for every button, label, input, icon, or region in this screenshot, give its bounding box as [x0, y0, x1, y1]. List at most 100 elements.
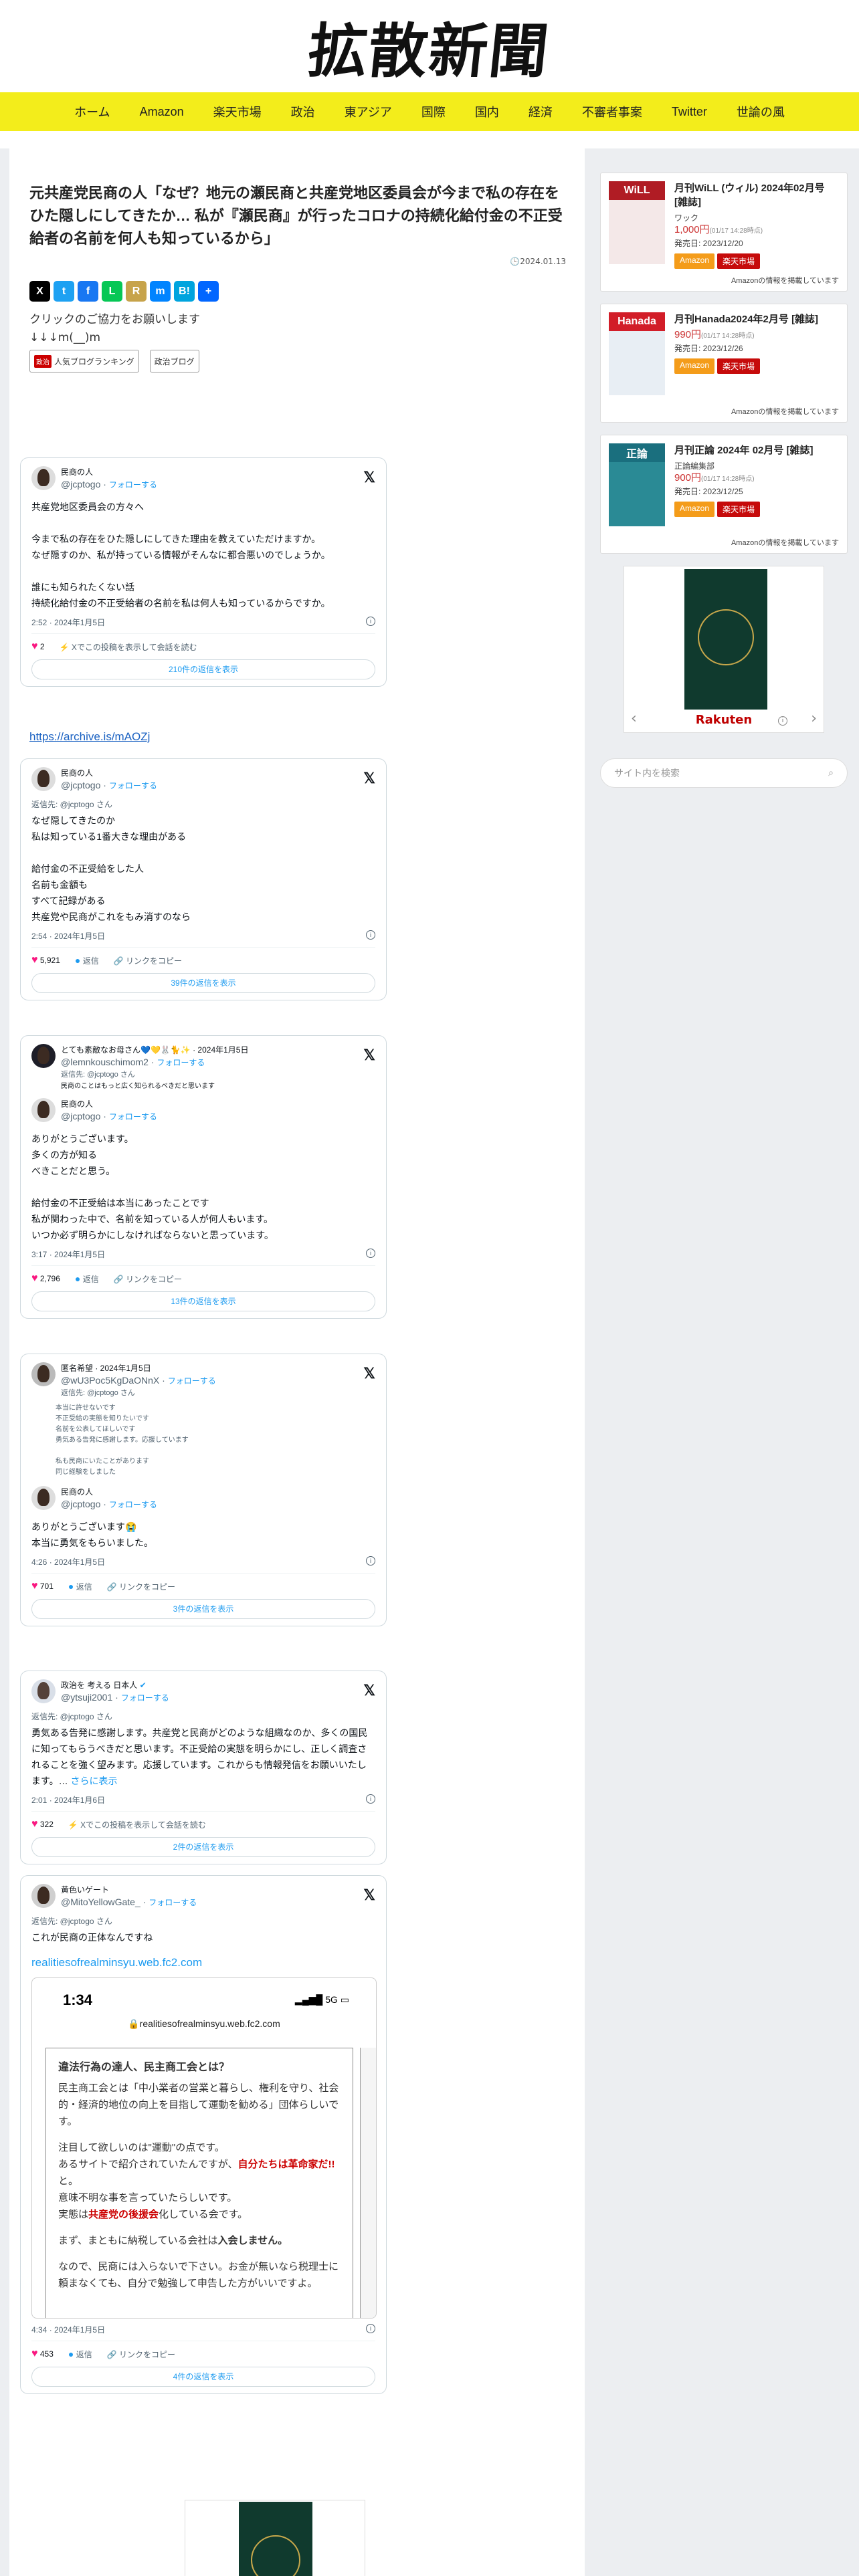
tweet-author-name[interactable]: 政治を 考える 日本人: [61, 1681, 137, 1690]
reply-to[interactable]: 返信先: @jcptogo さん: [61, 1387, 216, 1399]
avatar[interactable]: [31, 1362, 56, 1386]
tweet-embed[interactable]: とても素敵なお母さん💙💛🐰🐈✨ · 2024年1月5日 @lemnkouschi…: [20, 1035, 387, 1319]
archive-link[interactable]: https://archive.is/mAOZj: [29, 730, 150, 744]
like-button[interactable]: ♥ 453: [31, 2348, 54, 2360]
show-replies-button[interactable]: 2件の返信を表示: [31, 1837, 375, 1857]
x-logo-icon[interactable]: 𝕏: [363, 1887, 375, 1904]
show-replies-button[interactable]: 13件の返信を表示: [31, 1291, 375, 1311]
avatar[interactable]: [31, 1044, 56, 1068]
reply-button[interactable]: ● 返信: [68, 2349, 92, 2360]
like-button[interactable]: ♥ 322: [31, 1818, 54, 1830]
avatar[interactable]: [31, 466, 56, 490]
reply-button[interactable]: ● 返信: [75, 1273, 99, 1285]
tweet-date[interactable]: · 2024年1月5日: [193, 1045, 248, 1055]
nav-item-suspicious[interactable]: 不審者事案: [567, 103, 657, 120]
nav-item-amazon[interactable]: Amazon: [125, 105, 199, 119]
bottom-ad-widget[interactable]: [185, 2500, 365, 2576]
tweet-author-name[interactable]: 民商の人: [61, 1486, 157, 1498]
nav-item-international[interactable]: 国際: [407, 103, 460, 120]
info-icon[interactable]: i: [366, 930, 375, 940]
follow-link[interactable]: フォローする: [109, 781, 157, 790]
info-icon[interactable]: i: [366, 1794, 375, 1804]
info-icon[interactable]: i: [366, 1249, 375, 1258]
share-reddit-icon[interactable]: R: [126, 281, 147, 302]
tweet-author-name[interactable]: 匿名希望 · 2024年1月5日: [61, 1362, 216, 1374]
reply-button[interactable]: ● 返信: [75, 955, 99, 966]
search-icon[interactable]: ⌕: [828, 768, 834, 778]
reply-button[interactable]: ● 返信: [68, 1581, 92, 1592]
tweet-embed[interactable]: 政治を 考える 日本人 ✔ @ytsuji2001 · フォローする 𝕏 返信先…: [20, 1671, 387, 1864]
reply-to[interactable]: 返信先: @jcptogo さん: [61, 1069, 248, 1081]
rakuten-logo[interactable]: Rakuten: [624, 713, 824, 727]
info-icon[interactable]: i: [366, 1556, 375, 1566]
amazon-button[interactable]: Amazon: [674, 502, 715, 517]
follow-link[interactable]: フォローする: [109, 1112, 157, 1121]
x-logo-icon[interactable]: 𝕏: [363, 1047, 375, 1064]
follow-link[interactable]: フォローする: [121, 1693, 169, 1703]
avatar[interactable]: [31, 1884, 56, 1908]
show-replies-button[interactable]: 39件の返信を表示: [31, 973, 375, 993]
tweet-time[interactable]: 2:52 · 2024年1月5日: [31, 617, 105, 628]
tweet-author-name[interactable]: 黄色いゲート: [61, 1884, 197, 1896]
tweet-link[interactable]: realitiesofrealminsyu.web.fc2.com: [31, 1956, 375, 1969]
follow-link[interactable]: フォローする: [149, 1898, 197, 1907]
tweet-handle[interactable]: @jcptogo: [61, 780, 100, 790]
share-messenger-icon[interactable]: m: [150, 281, 171, 302]
attached-screenshot[interactable]: 1:34 ▂▄▆█ 5G ▭ 🔒realitiesofrealminsyu.we…: [31, 1977, 377, 2319]
tweet-handle[interactable]: @jcptogo: [61, 1111, 100, 1121]
share-twitter-icon[interactable]: t: [54, 281, 74, 302]
book-image[interactable]: [239, 2502, 312, 2576]
tweet-embed[interactable]: 匿名希望 · 2024年1月5日 @wU3Poc5KgDaONnX · フォロー…: [20, 1354, 387, 1626]
share-line-icon[interactable]: L: [102, 281, 122, 302]
avatar[interactable]: [31, 1679, 56, 1703]
copy-link-button[interactable]: 🔗 リンクをコピー: [114, 1273, 182, 1285]
tweet-author-name[interactable]: 民商の人: [61, 1098, 157, 1110]
tweet-embed[interactable]: 民商の人 @jcptogo · フォローする 𝕏 共産党地区委員会の方々へ 今ま…: [20, 457, 387, 687]
show-replies-button[interactable]: 210件の返信を表示: [31, 659, 375, 679]
rakuten-button[interactable]: 楽天市場: [717, 253, 761, 269]
tweet-time[interactable]: 3:17 · 2024年1月5日: [31, 1249, 105, 1260]
book-image[interactable]: [684, 569, 767, 710]
ranking-banner[interactable]: 政治 人気ブログランキング: [29, 350, 139, 372]
rakuten-ad-widget[interactable]: ‹ › i Rakuten: [624, 566, 824, 733]
nav-item-home[interactable]: ホーム: [60, 103, 124, 120]
share-x-icon[interactable]: X: [29, 281, 50, 302]
share-more-icon[interactable]: +: [198, 281, 219, 302]
like-button[interactable]: ♥ 701: [31, 1580, 54, 1592]
follow-link[interactable]: フォローする: [168, 1376, 216, 1386]
site-search-input[interactable]: サイト内を検索 ⌕: [600, 758, 848, 788]
copy-link-button[interactable]: 🔗 リンクをコピー: [107, 2349, 175, 2360]
tweet-author-name[interactable]: 民商の人: [61, 767, 157, 779]
reply-to[interactable]: 返信先: @jcptogo さん: [31, 1711, 375, 1722]
book-cover[interactable]: WiLL: [609, 181, 665, 264]
rakuten-button[interactable]: 楽天市場: [717, 358, 761, 374]
like-button[interactable]: ♥ 2: [31, 641, 45, 653]
nav-item-economy[interactable]: 経済: [514, 103, 567, 120]
x-logo-icon[interactable]: 𝕏: [363, 770, 375, 787]
avatar[interactable]: [31, 1486, 56, 1510]
avatar[interactable]: [31, 1098, 56, 1122]
tweet-time[interactable]: 4:34 · 2024年1月5日: [31, 2324, 105, 2335]
x-logo-icon[interactable]: 𝕏: [363, 1365, 375, 1382]
amazon-button[interactable]: Amazon: [674, 358, 715, 374]
nav-item-domestic[interactable]: 国内: [460, 103, 514, 120]
amazon-button[interactable]: Amazon: [674, 253, 715, 269]
show-replies-button[interactable]: 3件の返信を表示: [31, 1599, 375, 1619]
tweet-handle[interactable]: @MitoYellowGate_: [61, 1897, 140, 1907]
like-button[interactable]: ♥ 2,796: [31, 1273, 60, 1285]
book-title[interactable]: 月刊WiLL (ウィル) 2024年02月号 [雑誌]: [674, 181, 839, 209]
copy-link-button[interactable]: 🔗 リンクをコピー: [114, 955, 182, 966]
follow-link[interactable]: フォローする: [109, 1500, 157, 1509]
tweet-author-name[interactable]: 民商の人: [61, 466, 157, 478]
tweet-embed[interactable]: 民商の人 @jcptogo · フォローする 𝕏 返信先: @jcptogo さ…: [20, 758, 387, 1000]
nav-item-rakuten[interactable]: 楽天市場: [199, 103, 276, 120]
tweet-handle[interactable]: @wU3Poc5KgDaONnX: [61, 1375, 159, 1386]
show-replies-button[interactable]: 4件の返信を表示: [31, 2367, 375, 2387]
follow-link[interactable]: フォローする: [157, 1058, 205, 1067]
nav-item-politics[interactable]: 政治: [276, 103, 330, 120]
share-hatena-icon[interactable]: B!: [174, 281, 195, 302]
x-logo-icon[interactable]: 𝕏: [363, 469, 375, 486]
blog-village-banner[interactable]: 政治ブログ: [149, 350, 199, 372]
read-conversation[interactable]: ⚡ Xでこの投稿を表示して会話を読む: [60, 641, 197, 653]
nav-item-east-asia[interactable]: 東アジア: [330, 103, 407, 120]
